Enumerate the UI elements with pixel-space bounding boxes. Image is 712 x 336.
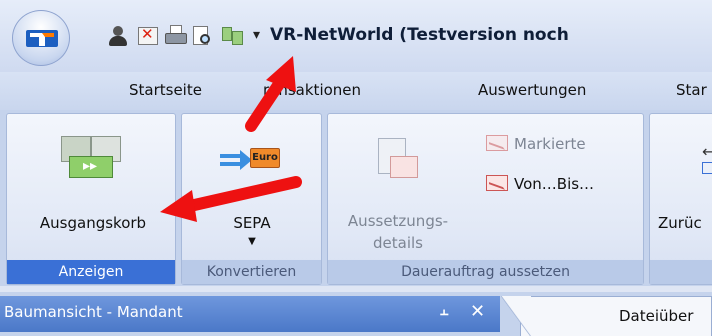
close-icon[interactable]: ✕ [470, 301, 490, 325]
von-bis-button[interactable]: Von…Bis… [486, 172, 636, 198]
application-menu-button[interactable] [12, 10, 70, 66]
close-window-icon[interactable]: ✕ [137, 25, 159, 47]
sepa-label: SEPA [233, 214, 271, 232]
quick-access-dropdown-icon[interactable]: ▾ [253, 24, 265, 46]
zurueck-label: Zurüc [658, 214, 702, 232]
print-icon[interactable] [165, 25, 187, 47]
tab-transaktionen[interactable]: ransaktionen [263, 81, 361, 99]
aussetzungsdetails-label-line2: details [373, 234, 423, 252]
document-tab-label: Dateiüber [619, 307, 694, 325]
tab-auswertungen[interactable]: Auswertungen [478, 81, 586, 99]
group-dauerauftrag-aussetzen: Aussetzungs- details Markierte Von…Bis… … [327, 113, 644, 285]
outbox-icon[interactable] [222, 25, 244, 47]
tab-startseite[interactable]: Startseite [129, 81, 202, 99]
group-anzeigen: ▸▸ Ausgangskorb Anzeigen [6, 113, 176, 285]
group-label-navigation [650, 260, 712, 284]
aussetzungsdetails-button[interactable]: Aussetzungs- details [334, 122, 462, 254]
tab-dateiuebersicht[interactable]: Dateiüber [501, 296, 712, 336]
envelope-icon [486, 135, 508, 151]
group-label-anzeigen: Anzeigen [7, 260, 175, 284]
ribbon-panel: ▸▸ Ausgangskorb Anzeigen Euro SEPA ▼ Kon… [0, 110, 712, 286]
euro-convert-icon: Euro [220, 144, 284, 176]
sepa-button[interactable]: Euro SEPA ▼ [186, 122, 318, 254]
user-icon[interactable] [107, 25, 129, 47]
ausgangskorb-button[interactable]: ▸▸ Ausgangskorb [13, 122, 173, 254]
envelope-range-icon [486, 175, 508, 191]
von-bis-label: Von…Bis… [514, 175, 595, 193]
window-icon [702, 162, 712, 174]
group-label-dauerauftrag: Dauerauftrag aussetzen [328, 260, 643, 284]
details-icon [378, 138, 422, 184]
aussetzungsdetails-label: Aussetzungs- details [334, 210, 462, 254]
aussetzungsdetails-label-line1: Aussetzungs- [347, 212, 449, 230]
ribbon-tab-bar: Startseite ransaktionen Auswertungen Sta… [0, 72, 712, 110]
pin-icon[interactable]: ⫠ [440, 303, 456, 323]
group-konvertieren: Euro SEPA ▼ Konvertieren [181, 113, 322, 285]
window-title: VR-NetWorld (Testversion noch [270, 25, 569, 45]
outbox-icon: ▸▸ [61, 136, 121, 180]
print-preview-icon[interactable] [191, 25, 213, 47]
group-label-konvertieren: Konvertieren [182, 260, 321, 284]
markierte-label: Markierte [514, 135, 586, 153]
back-arrow-icon: ← [702, 142, 712, 161]
tab-stammdaten[interactable]: Star [676, 81, 712, 99]
group-navigation: ← Zurüc [649, 113, 712, 285]
chevron-down-icon: ▼ [248, 236, 256, 247]
euro-note-text: Euro [250, 148, 280, 168]
vr-logo-icon [26, 30, 58, 47]
title-bar: ✕ ▾ VR-NetWorld (Testversion noch [0, 0, 712, 72]
zurueck-button[interactable]: ← Zurüc [658, 122, 712, 254]
markierte-button[interactable]: Markierte [486, 132, 636, 158]
tree-pane-header: Baumansicht - Mandant ⫠ ✕ [0, 296, 500, 332]
tree-pane-title: Baumansicht - Mandant [4, 303, 183, 321]
pane-area: Baumansicht - Mandant ⫠ ✕ Dateiüber [0, 292, 712, 336]
ausgangskorb-label: Ausgangskorb [39, 214, 147, 232]
